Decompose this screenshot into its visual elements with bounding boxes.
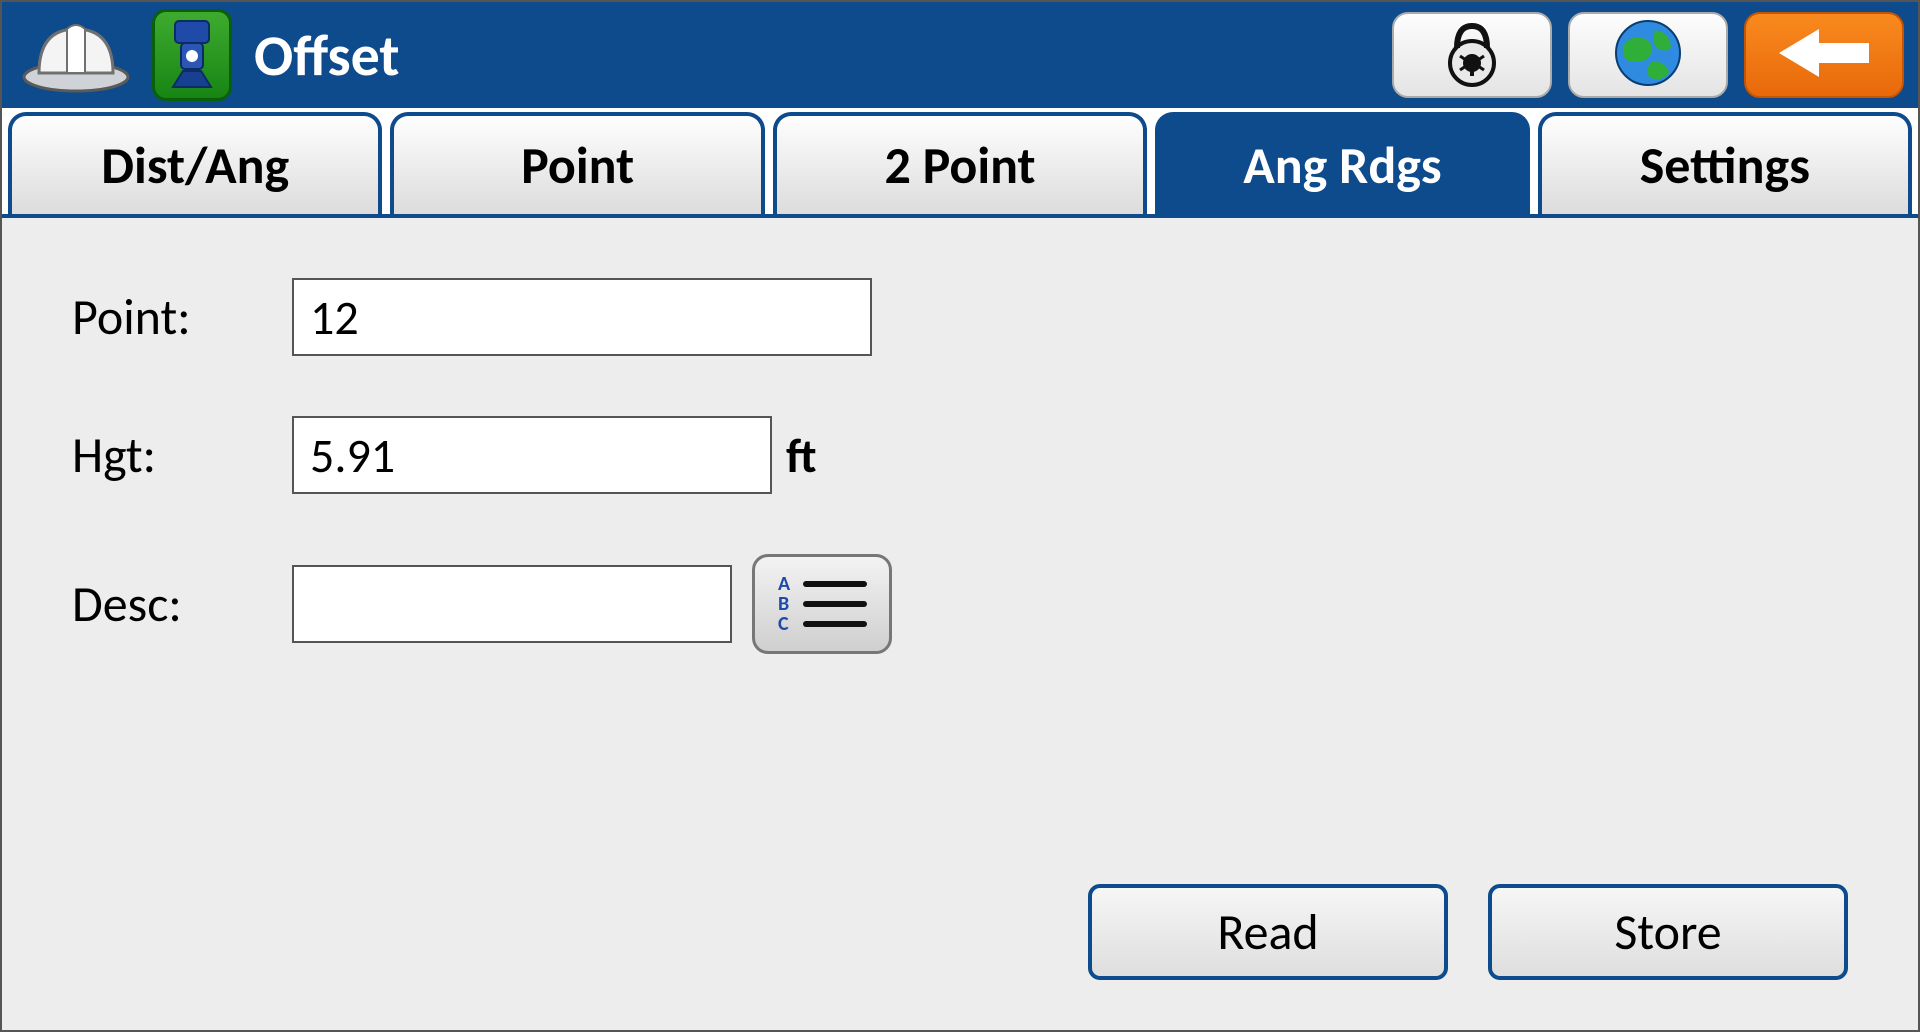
screen-title: Offset xyxy=(254,20,400,91)
tab-point[interactable]: Point xyxy=(390,112,764,214)
desc-list-button[interactable]: A B C xyxy=(752,554,892,654)
hgt-input[interactable] xyxy=(292,416,772,494)
point-label: Point: xyxy=(72,287,292,348)
button-label: Store xyxy=(1614,902,1721,963)
store-button[interactable]: Store xyxy=(1488,884,1848,980)
title-bar: Offset xyxy=(2,2,1918,108)
row-point: Point: xyxy=(72,278,1848,356)
tab-bar: Dist/Ang Point 2 Point Ang Rdgs Settings xyxy=(2,108,1918,218)
hgt-unit: ft xyxy=(786,426,817,485)
list-icon: A B C xyxy=(772,570,872,639)
tab-ang-rdgs[interactable]: Ang Rdgs xyxy=(1155,112,1529,214)
row-hgt: Hgt: ft xyxy=(72,416,1848,494)
lock-button[interactable] xyxy=(1392,12,1552,98)
desc-label: Desc: xyxy=(72,574,292,635)
point-input[interactable] xyxy=(292,278,872,356)
action-buttons: Read Store xyxy=(1088,884,1848,980)
tab-settings[interactable]: Settings xyxy=(1538,112,1912,214)
tab-dist-ang[interactable]: Dist/Ang xyxy=(8,112,382,214)
tab-2-point[interactable]: 2 Point xyxy=(773,112,1147,214)
tab-label: Point xyxy=(521,133,634,197)
form-area: Point: Hgt: ft Desc: A B C Read xyxy=(2,218,1918,1030)
tab-label: Ang Rdgs xyxy=(1243,133,1441,197)
button-label: Read xyxy=(1217,902,1318,963)
back-arrow-icon xyxy=(1769,23,1879,88)
tab-label: 2 Point xyxy=(884,133,1035,197)
svg-text:C: C xyxy=(778,612,789,634)
hardhat-icon xyxy=(16,12,136,98)
hgt-label: Hgt: xyxy=(72,425,292,486)
globe-icon xyxy=(1611,16,1685,95)
desc-input[interactable] xyxy=(292,565,732,643)
back-button[interactable] xyxy=(1744,12,1904,98)
read-button[interactable]: Read xyxy=(1088,884,1448,980)
row-desc: Desc: A B C xyxy=(72,554,1848,654)
world-button[interactable] xyxy=(1568,12,1728,98)
lock-icon xyxy=(1437,18,1507,93)
tab-label: Settings xyxy=(1640,133,1810,197)
tab-label: Dist/Ang xyxy=(101,133,289,197)
instrument-status-button[interactable] xyxy=(152,9,232,101)
